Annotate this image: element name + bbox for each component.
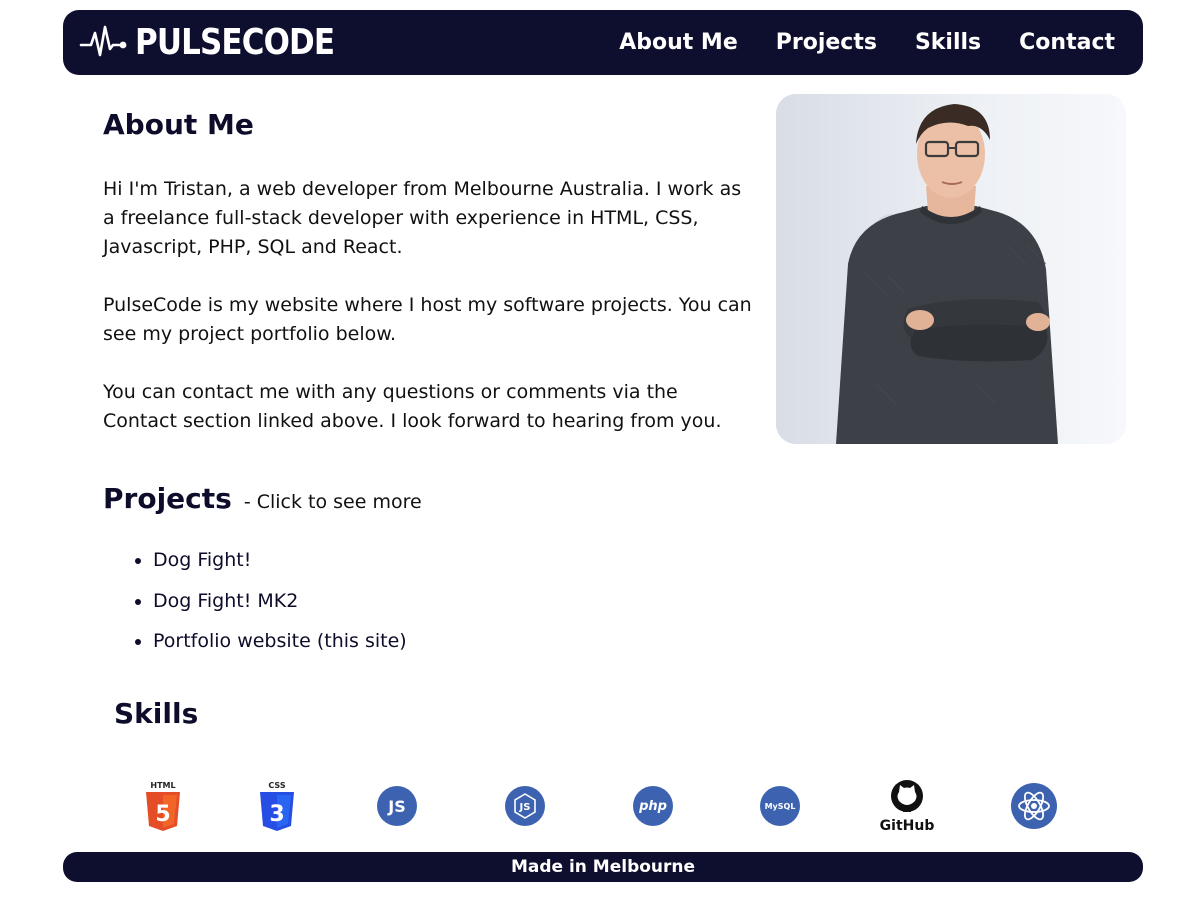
javascript-icon: JS (370, 778, 424, 834)
footer-text: Made in Melbourne (510, 857, 696, 877)
projects-header: Projects - Click to see more (103, 482, 703, 515)
projects-title: Projects (103, 482, 232, 515)
css3-icon: CSS 3 (250, 778, 304, 834)
project-item-portfolio[interactable]: Portfolio website (this site) (153, 630, 703, 652)
about-paragraph-2: PulseCode is my website where I host my … (103, 294, 752, 345)
svg-text:HTML: HTML (150, 781, 175, 790)
nav-projects[interactable]: Projects (776, 30, 877, 55)
footer: Made in Melbourne (63, 852, 1143, 882)
about-title: About Me (103, 108, 254, 141)
logo[interactable]: PULSECODE (79, 22, 367, 63)
skills-title: Skills (114, 697, 199, 730)
main-nav: About Me Projects Skills Contact (619, 30, 1115, 55)
profile-photo (776, 94, 1126, 444)
about-section: About Me Hi I'm Tristan, a web developer… (103, 108, 753, 465)
svg-text:JS: JS (519, 802, 531, 813)
about-paragraph-3: You can contact me with any questions or… (103, 381, 722, 432)
nav-contact[interactable]: Contact (1019, 30, 1115, 55)
project-list: Dog Fight! Dog Fight! MK2 Portfolio webs… (103, 549, 703, 652)
skills-icons: HTML 5 CSS 3 JS JS php MySQL GitHub (120, 778, 1080, 834)
person-figure (776, 94, 1126, 444)
brand-name: PULSECODE (135, 22, 335, 63)
svg-text:CSS: CSS (268, 781, 285, 790)
nav-skills[interactable]: Skills (915, 30, 981, 55)
svg-text:GitHub: GitHub (880, 818, 934, 834)
react-icon (1007, 778, 1061, 834)
svg-text:3: 3 (269, 802, 284, 827)
project-item-dog-fight-mk2[interactable]: Dog Fight! MK2 (153, 590, 703, 612)
page: PULSECODE About Me Projects Skills Conta… (0, 0, 1203, 916)
nav-about-me[interactable]: About Me (619, 30, 738, 55)
svg-text:5: 5 (155, 802, 170, 827)
nodejs-icon: JS (498, 778, 552, 834)
projects-subtitle: - Click to see more (243, 491, 422, 513)
projects-section: Projects - Click to see more Dog Fight! … (103, 482, 703, 671)
navbar: PULSECODE About Me Projects Skills Conta… (63, 10, 1143, 75)
pulse-icon (79, 25, 127, 56)
php-icon: php (626, 778, 680, 834)
mysql-icon: MySQL (753, 778, 807, 834)
github-icon: GitHub (880, 778, 934, 834)
project-item-dog-fight[interactable]: Dog Fight! (153, 549, 703, 571)
about-paragraph-1: Hi I'm Tristan, a web developer from Mel… (103, 178, 742, 258)
html5-icon: HTML 5 (136, 778, 190, 834)
